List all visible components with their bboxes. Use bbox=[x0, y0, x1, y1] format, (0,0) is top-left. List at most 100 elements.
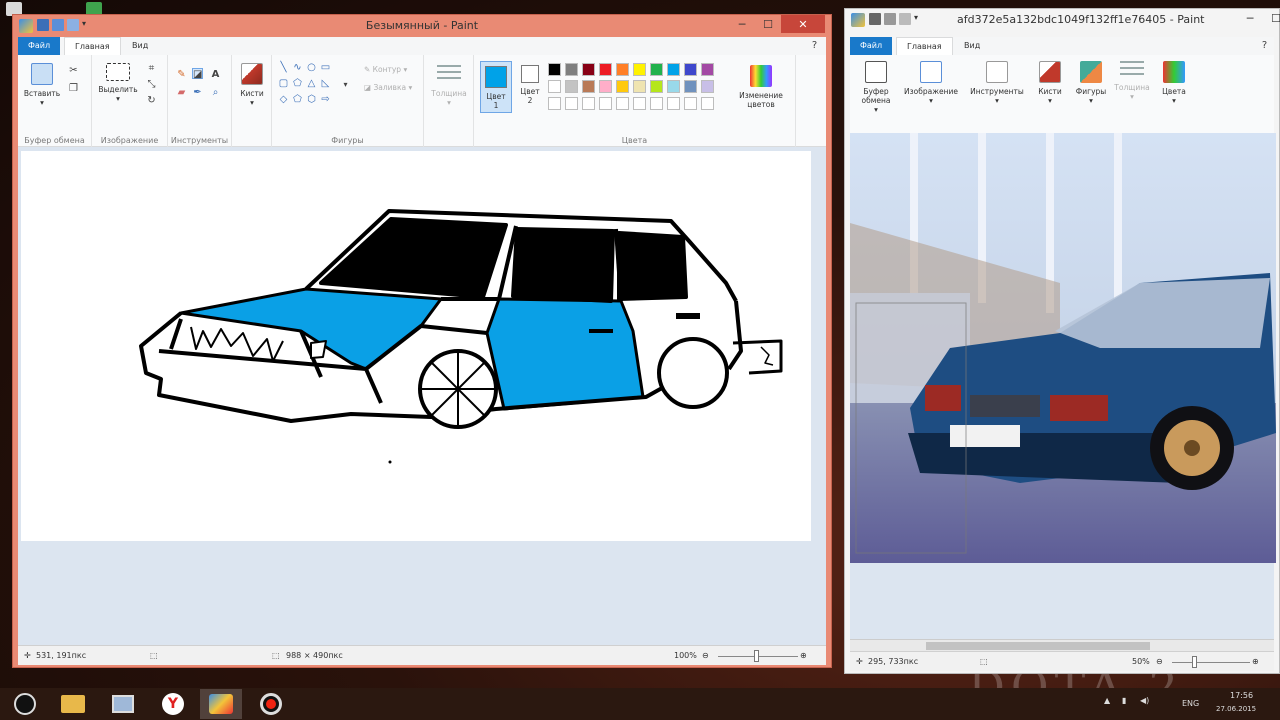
diamond-shape-icon[interactable]: ◇ bbox=[278, 95, 289, 105]
tab-view[interactable]: Вид bbox=[954, 37, 990, 55]
color-swatch[interactable] bbox=[548, 80, 561, 93]
pencil-icon[interactable]: ✎ bbox=[176, 69, 187, 80]
crop-icon[interactable]: ⌗ bbox=[146, 63, 157, 74]
color-swatch[interactable] bbox=[565, 80, 578, 93]
color-swatch[interactable] bbox=[701, 97, 714, 110]
color2-button[interactable]: Цвет 2 bbox=[516, 61, 544, 105]
color-swatch[interactable] bbox=[701, 63, 714, 76]
redo-icon[interactable] bbox=[899, 13, 911, 25]
curve-shape-icon[interactable]: ∿ bbox=[292, 63, 303, 73]
zoom-out-button[interactable]: ⊖ bbox=[702, 651, 709, 660]
polygon-shape-icon[interactable]: ⬠ bbox=[292, 79, 303, 89]
zoom-slider-track[interactable] bbox=[1172, 662, 1250, 663]
hexagon-shape-icon[interactable]: ⬡ bbox=[306, 95, 317, 105]
magnifier-icon[interactable]: ⌕ bbox=[210, 87, 221, 98]
language-indicator[interactable]: ENG bbox=[1182, 699, 1199, 708]
taskbar-explorer[interactable] bbox=[52, 689, 94, 719]
color-swatch[interactable] bbox=[616, 97, 629, 110]
color-swatch[interactable] bbox=[684, 63, 697, 76]
taskbar-yandex-browser[interactable]: Y bbox=[152, 689, 194, 719]
zoom-out-button[interactable]: ⊖ bbox=[1156, 657, 1163, 666]
minimize-button[interactable]: ─ bbox=[729, 15, 755, 33]
color-swatch[interactable] bbox=[565, 97, 578, 110]
tools-group-button[interactable]: Инструменты ▾ bbox=[966, 61, 1028, 105]
thickness-button[interactable]: Толщина ▾ bbox=[1112, 61, 1152, 101]
color-swatch[interactable] bbox=[548, 97, 561, 110]
color-picker-icon[interactable]: ✒ bbox=[192, 87, 203, 98]
resize-icon[interactable]: ⤡ bbox=[146, 79, 157, 90]
title-bar[interactable]: ▾ Безымянный - Paint ─ ☐ ✕ bbox=[13, 15, 831, 37]
save-icon[interactable] bbox=[869, 13, 881, 25]
color-swatch[interactable] bbox=[633, 63, 646, 76]
brushes-button[interactable]: Кисти ▾ bbox=[1032, 61, 1068, 105]
chevron-down-icon[interactable]: ▾ bbox=[340, 79, 351, 90]
color-swatch[interactable] bbox=[582, 97, 595, 110]
shapes-gallery[interactable]: ╲ ∿ ○ ▭ ▢ ⬠ △ ◺ ◇ ⬠ ⬡ ⇨ ▾ bbox=[278, 63, 358, 115]
color-swatch[interactable] bbox=[548, 63, 561, 76]
color-swatch[interactable] bbox=[684, 80, 697, 93]
color-swatch[interactable] bbox=[565, 63, 578, 76]
image-group-button[interactable]: Изображение ▾ bbox=[900, 61, 962, 105]
tray-chevron-icon[interactable]: ▲ bbox=[1104, 696, 1110, 705]
help-icon[interactable]: ? bbox=[809, 40, 820, 51]
tab-file[interactable]: Файл bbox=[18, 37, 61, 55]
color-swatch[interactable] bbox=[650, 80, 663, 93]
color-swatch[interactable] bbox=[616, 80, 629, 93]
color-swatch[interactable] bbox=[667, 63, 680, 76]
color-swatch[interactable] bbox=[582, 63, 595, 76]
color-swatch[interactable] bbox=[650, 63, 663, 76]
brushes-button[interactable]: Кисти ▾ bbox=[236, 63, 268, 107]
color-swatch[interactable] bbox=[701, 80, 714, 93]
clock-date[interactable]: 27.06.2015 bbox=[1216, 705, 1256, 713]
right-triangle-shape-icon[interactable]: ◺ bbox=[320, 79, 331, 89]
color-swatch[interactable] bbox=[616, 63, 629, 76]
thickness-button[interactable]: Толщина ▾ bbox=[428, 65, 470, 107]
taskbar-computer[interactable] bbox=[102, 689, 144, 719]
zoom-in-button[interactable]: ⊕ bbox=[800, 651, 807, 660]
select-button[interactable]: Выделить ▾ bbox=[96, 63, 140, 103]
shapes-group-button[interactable]: Фигуры ▾ bbox=[1072, 61, 1110, 105]
color-swatch[interactable] bbox=[633, 80, 646, 93]
colors-group-button[interactable]: Цвета ▾ bbox=[1156, 61, 1192, 105]
taskbar-paint[interactable] bbox=[200, 689, 242, 719]
arrow-shape-icon[interactable]: ⇨ bbox=[320, 95, 331, 105]
paint-window-untitled[interactable]: ▾ Безымянный - Paint ─ ☐ ✕ Файл Главная … bbox=[12, 14, 832, 668]
color-swatch[interactable] bbox=[599, 97, 612, 110]
edit-colors-button[interactable]: Изменение цветов bbox=[730, 65, 792, 109]
paste-button[interactable]: Вставить ▾ bbox=[22, 63, 62, 107]
paint-window-photo[interactable]: ▾ afd372e5a132bdc1049f132ff1e76405 - Pai… bbox=[844, 8, 1280, 674]
fill-dropdown[interactable]: ◪ Заливка ▾ bbox=[364, 83, 412, 92]
color-swatch[interactable] bbox=[684, 97, 697, 110]
title-bar[interactable]: ▾ afd372e5a132bdc1049f132ff1e76405 - Pai… bbox=[845, 9, 1280, 31]
color-swatch[interactable] bbox=[599, 63, 612, 76]
triangle-shape-icon[interactable]: △ bbox=[306, 79, 317, 89]
scrollbar-thumb[interactable] bbox=[926, 642, 1150, 650]
color-swatch[interactable] bbox=[650, 97, 663, 110]
taskbar-recorder[interactable] bbox=[250, 689, 292, 719]
maximize-button[interactable]: ☐ bbox=[755, 15, 781, 33]
tab-home[interactable]: Главная bbox=[896, 37, 953, 55]
clock-time[interactable]: 17:56 bbox=[1230, 691, 1253, 700]
horizontal-scrollbar[interactable] bbox=[850, 639, 1274, 651]
drawing-canvas[interactable] bbox=[21, 151, 811, 541]
copy-icon[interactable]: ❐ bbox=[68, 83, 79, 94]
eraser-icon[interactable]: ▰ bbox=[176, 87, 187, 98]
clipboard-group-button[interactable]: Буфер обмена ▾ bbox=[856, 61, 896, 114]
tray-volume-icon[interactable]: ◀) bbox=[1140, 696, 1149, 705]
tray-network-icon[interactable]: ▮ bbox=[1122, 696, 1126, 705]
color1-button[interactable]: Цвет 1 bbox=[480, 61, 512, 113]
outline-dropdown[interactable]: ✎ Контур ▾ bbox=[364, 65, 407, 74]
zoom-slider-thumb[interactable] bbox=[1192, 656, 1197, 668]
color-swatch[interactable] bbox=[599, 80, 612, 93]
line-shape-icon[interactable]: ╲ bbox=[278, 63, 289, 73]
chevron-down-icon[interactable]: ▾ bbox=[914, 13, 926, 25]
zoom-slider-thumb[interactable] bbox=[754, 650, 759, 662]
color-swatch[interactable] bbox=[667, 80, 680, 93]
paint-app-icon[interactable] bbox=[851, 13, 865, 27]
close-button[interactable]: ✕ bbox=[781, 15, 825, 33]
undo-icon[interactable] bbox=[884, 13, 896, 25]
cut-icon[interactable]: ✂ bbox=[68, 65, 79, 76]
tab-file[interactable]: Файл bbox=[850, 37, 893, 55]
tab-home[interactable]: Главная bbox=[64, 37, 121, 55]
start-button[interactable] bbox=[4, 689, 46, 719]
